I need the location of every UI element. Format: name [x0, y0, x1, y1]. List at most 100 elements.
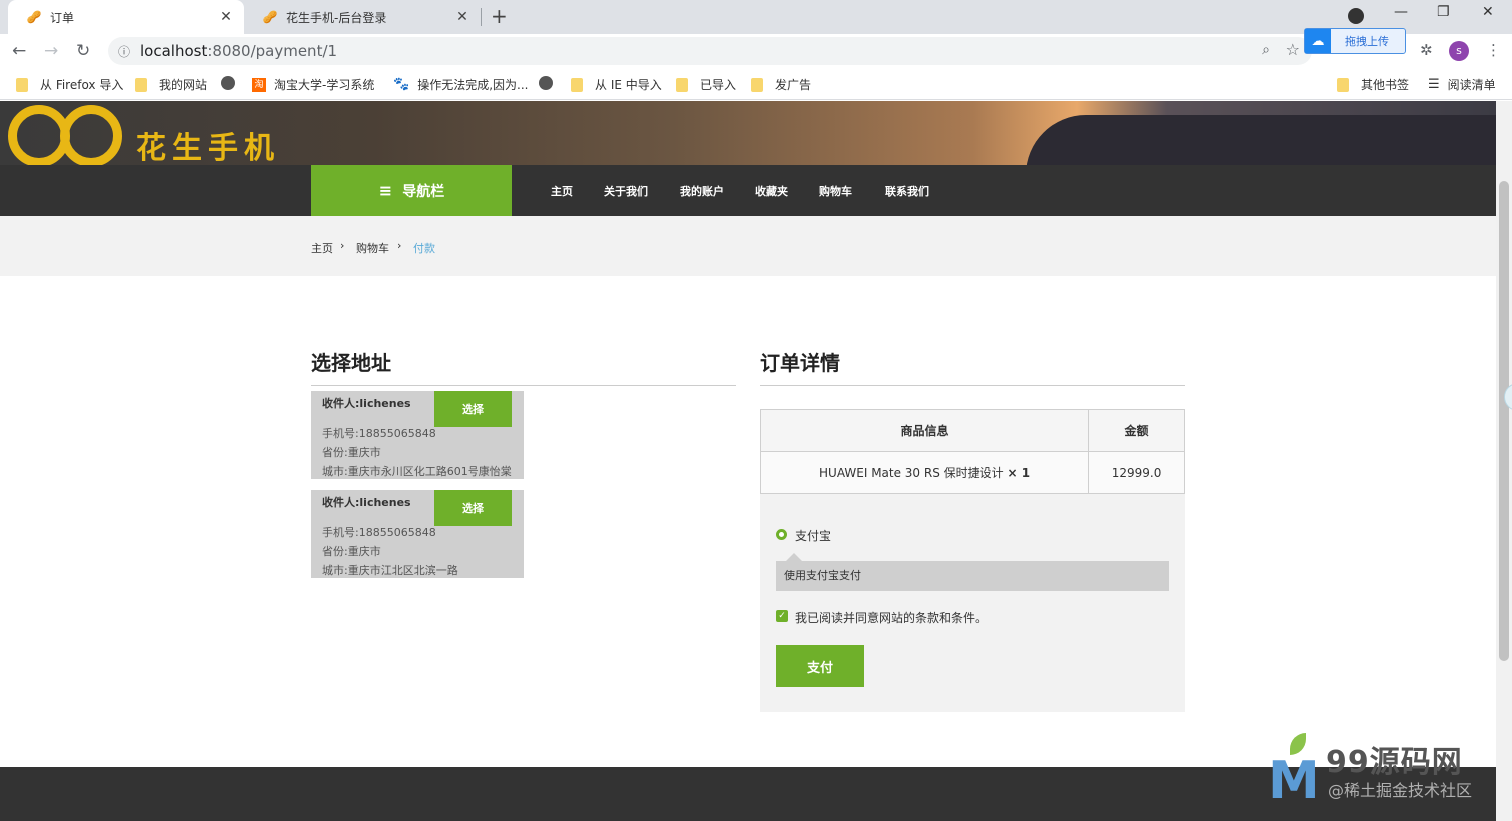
watermark-logo-icon: M: [1268, 733, 1320, 811]
site-logo-text[interactable]: 花生手机: [136, 123, 280, 167]
tab-admin-login[interactable]: 🥜 花生手机-后台登录 ✕: [244, 0, 480, 34]
url-path: :8080/payment/1: [207, 42, 338, 60]
forward-icon[interactable]: →: [44, 41, 58, 61]
breadcrumb-home[interactable]: 主页: [311, 240, 333, 256]
product-name: HUAWEI Mate 30 RS 保时捷设计: [819, 466, 1004, 480]
folder-icon: [135, 77, 147, 92]
order-panel: 商品信息 金额 HUAWEI Mate 30 RS 保时捷设计 × 1 1299…: [759, 409, 1185, 712]
close-window-icon[interactable]: ✕: [1482, 4, 1494, 20]
bookmark-label: 从 IE 中导入: [595, 78, 662, 92]
watermark-title: 99源码网: [1326, 745, 1463, 780]
bookmark-label: 发广告: [775, 78, 812, 92]
site-banner: 花生手机: [0, 101, 1496, 175]
site-info-icon[interactable]: ⓘ: [118, 43, 136, 60]
browser-tab-bar: 🥜 订单 ✕ 🥜 花生手机-后台登录 ✕ + — ❐ ✕: [0, 0, 1512, 34]
reading-list[interactable]: ☰ 阅读清单: [1428, 76, 1496, 93]
nav-link-cart[interactable]: 购物车: [819, 183, 852, 199]
extension-badge-label: 拖拽上传: [1345, 35, 1389, 48]
payment-method-description: 使用支付宝支付: [776, 553, 1169, 591]
product-cell: HUAWEI Mate 30 RS 保时捷设计 × 1: [759, 451, 1090, 494]
pay-button[interactable]: 支付: [776, 645, 864, 687]
globe-icon: [221, 76, 235, 90]
address-section-title: 选择地址: [311, 351, 391, 375]
bookmark-globe-1[interactable]: [221, 76, 245, 90]
folder-icon: [571, 77, 583, 92]
hamburger-icon: ≡: [378, 181, 393, 200]
recipient-phone: 手机号:18855065848: [322, 427, 436, 440]
recipient-name: 收件人:lichenes: [322, 496, 411, 509]
breadcrumb-separator-icon: ›: [397, 239, 402, 252]
select-address-button[interactable]: 选择: [434, 391, 512, 427]
bookmark-firefox-import[interactable]: 从 Firefox 导入: [16, 76, 123, 93]
payment-method-label[interactable]: 支付宝: [795, 527, 831, 544]
tab-order[interactable]: 🥜 订单 ✕: [8, 0, 244, 34]
bookmark-label: 从 Firefox 导入: [40, 78, 124, 92]
logo-rings-icon[interactable]: [8, 105, 128, 167]
bookmark-star-icon[interactable]: ☆: [1286, 40, 1300, 59]
bookmark-ie-import[interactable]: 从 IE 中导入: [571, 76, 662, 93]
breadcrumb: 主页 › 购物车 › 付款: [0, 216, 1496, 276]
bookmark-baidu[interactable]: 🐾 操作无法完成,因为...: [393, 76, 528, 93]
nav-link-contact[interactable]: 联系我们: [885, 183, 929, 199]
select-address-button[interactable]: 选择: [434, 490, 512, 526]
bookmark-label: 淘宝大学-学习系统: [274, 78, 375, 92]
tab-divider: [481, 8, 482, 26]
baidu-icon: 🐾: [393, 77, 410, 92]
bookmark-my-sites[interactable]: 我的网站: [135, 76, 207, 93]
extension-upload-badge[interactable]: ☁ 拖拽上传: [1304, 28, 1406, 54]
url-host: localhost: [140, 42, 208, 60]
nav-link-home[interactable]: 主页: [551, 183, 573, 199]
recipient-province: 省份:重庆市: [322, 446, 381, 459]
recipient-phone: 手机号:18855065848: [322, 526, 436, 539]
extensions-icon[interactable]: ✲: [1420, 41, 1433, 59]
url-text: localhost:8080/payment/1: [140, 42, 337, 60]
nav-link-favorites[interactable]: 收藏夹: [755, 183, 788, 199]
category-nav-label: 导航栏: [402, 183, 445, 200]
bookmark-other[interactable]: 其他书签: [1337, 76, 1409, 93]
back-icon[interactable]: ←: [12, 41, 26, 61]
address-bar[interactable]: ⓘ localhost:8080/payment/1 ⌕ ☆: [108, 37, 1312, 65]
scrollbar-thumb[interactable]: [1499, 181, 1509, 661]
folder-icon: [16, 77, 28, 92]
menu-kebab-icon[interactable]: ⋮: [1486, 41, 1501, 59]
restore-icon[interactable]: ❐: [1437, 4, 1450, 20]
alipay-radio[interactable]: [776, 529, 787, 540]
column-header-amount: 金额: [1088, 409, 1185, 452]
bookmark-taobao[interactable]: 淘淘宝大学-学习系统: [252, 76, 374, 93]
order-section-title: 订单详情: [760, 351, 840, 375]
nav-link-about[interactable]: 关于我们: [604, 183, 648, 199]
watermark-subtitle: @稀土掘金技术社区: [1328, 781, 1473, 800]
zoom-icon[interactable]: ⌕: [1262, 42, 1270, 58]
nav-link-account[interactable]: 我的账户: [680, 183, 724, 199]
address-divider: [311, 385, 736, 386]
browser-toolbar: ← → ↻ ⓘ localhost:8080/payment/1 ⌕ ☆ ✲ s…: [0, 34, 1512, 68]
bookmark-label: 已导入: [700, 78, 737, 92]
terms-checkbox[interactable]: ✓: [776, 610, 788, 622]
profile-avatar[interactable]: s: [1449, 41, 1469, 61]
folder-icon: [1337, 77, 1349, 92]
bookmark-label: 操作无法完成,因为...: [417, 78, 529, 92]
breadcrumb-separator-icon: ›: [340, 239, 345, 252]
category-nav-button[interactable]: ≡ 导航栏: [311, 165, 512, 216]
peanut-favicon-icon: 🥜: [26, 10, 42, 24]
bookmark-globe-2[interactable]: [539, 76, 563, 90]
close-icon[interactable]: ✕: [216, 9, 236, 25]
page-scrollbar[interactable]: [1496, 101, 1512, 821]
address-card: 收件人:lichenes 选择 手机号:18855065848 省份:重庆市 城…: [311, 391, 524, 479]
minimize-icon[interactable]: —: [1394, 4, 1408, 20]
breadcrumb-cart[interactable]: 购物车: [356, 240, 389, 256]
address-card: 收件人:lichenes 选择 手机号:18855065848 省份:重庆市 城…: [311, 490, 524, 578]
terms-label[interactable]: 我已阅读并同意网站的条款和条件。: [795, 609, 987, 626]
tab-search-icon[interactable]: [1348, 8, 1364, 24]
bookmark-ads[interactable]: 发广告: [751, 76, 811, 93]
order-table: 商品信息 金额 HUAWEI Mate 30 RS 保时捷设计 × 1 1299…: [759, 409, 1185, 494]
new-tab-icon[interactable]: +: [491, 4, 508, 28]
reload-icon[interactable]: ↻: [76, 41, 90, 61]
amount-cell: 12999.0: [1088, 451, 1185, 494]
close-icon[interactable]: ✕: [452, 9, 472, 25]
table-row: HUAWEI Mate 30 RS 保时捷设计 × 1 12999.0: [759, 451, 1185, 494]
recipient-name: 收件人:lichenes: [322, 397, 411, 410]
bookmark-imported[interactable]: 已导入: [676, 76, 736, 93]
reading-list-icon: ☰: [1428, 77, 1440, 92]
order-divider: [760, 385, 1185, 386]
